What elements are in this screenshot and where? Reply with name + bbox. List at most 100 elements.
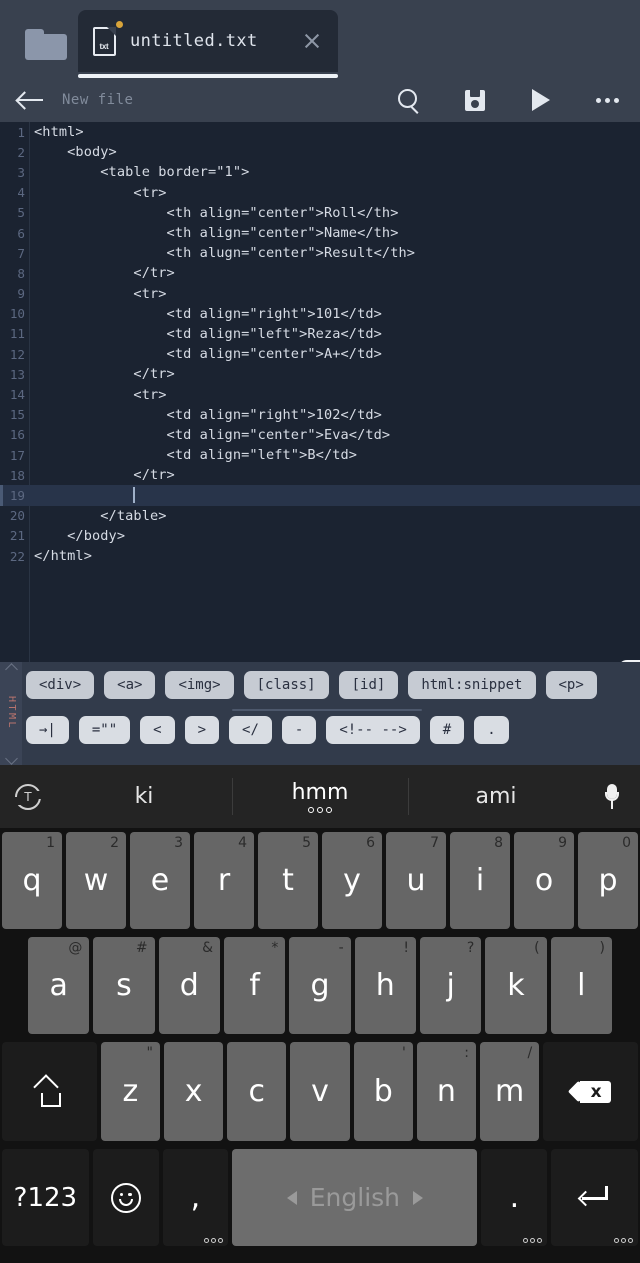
- snippet-chip[interactable]: <img>: [165, 671, 234, 699]
- key-v[interactable]: v: [290, 1042, 350, 1141]
- open-folder-button[interactable]: [12, 10, 80, 78]
- code-line[interactable]: 21 </body>: [0, 526, 640, 546]
- code-line[interactable]: 5 <th align="center">Roll</th>: [0, 203, 640, 223]
- key-l[interactable]: l): [550, 937, 612, 1034]
- code-line[interactable]: 13 </tr>: [0, 364, 640, 384]
- emoji-key[interactable]: [92, 1149, 159, 1246]
- more-options-button[interactable]: [574, 78, 640, 122]
- suggestion-item[interactable]: ami: [408, 765, 584, 828]
- code-line[interactable]: 20 </table>: [0, 506, 640, 526]
- symbols-key[interactable]: ?123: [2, 1149, 89, 1246]
- snippet-chip[interactable]: -: [281, 716, 317, 744]
- run-button[interactable]: [508, 78, 574, 122]
- suggestion-item[interactable]: ki: [56, 765, 232, 828]
- next-language-arrow-icon[interactable]: [413, 1190, 424, 1205]
- key-b[interactable]: b ': [353, 1042, 413, 1141]
- shift-key[interactable]: [2, 1042, 97, 1141]
- code-line[interactable]: 8 </tr>: [0, 263, 640, 283]
- comma-key[interactable]: ,: [162, 1149, 229, 1246]
- code-line[interactable]: 7 <th alugn="center">Result</th>: [0, 243, 640, 263]
- key-n[interactable]: n:: [416, 1042, 477, 1141]
- code-line[interactable]: 18 </tr>: [0, 465, 640, 485]
- snippet-row-primary: <div> <a> <img> [class] [id] html:snippet <p>: [26, 671, 597, 699]
- code-line[interactable]: 16 <td align="center">Eva</td>: [0, 425, 640, 445]
- key-k[interactable]: k(: [485, 937, 547, 1034]
- key-s[interactable]: s #: [93, 937, 155, 1034]
- line-text: <td align="right">101</td>: [34, 305, 382, 322]
- snippet-chip[interactable]: >: [184, 716, 220, 744]
- key-i[interactable]: i8: [450, 832, 510, 929]
- code-line[interactable]: 22 </html>: [0, 546, 640, 566]
- snippet-chip[interactable]: <p>: [545, 671, 597, 699]
- language-rail[interactable]: HTML: [0, 662, 22, 765]
- key-label: t: [282, 863, 294, 898]
- snippet-chip[interactable]: <!-- -->: [326, 716, 420, 744]
- snippet-chip[interactable]: html:snippet: [408, 671, 536, 699]
- back-button[interactable]: [0, 78, 62, 122]
- code-line[interactable]: 9 <tr>: [0, 284, 640, 304]
- key-x[interactable]: x: [164, 1042, 224, 1141]
- line-text: <td align="center">Eva</td>: [34, 426, 391, 443]
- snippet-chip[interactable]: ="": [78, 716, 131, 744]
- key-t[interactable]: t5: [258, 832, 318, 929]
- space-key[interactable]: English: [232, 1149, 478, 1246]
- key-a[interactable]: a @: [28, 937, 90, 1034]
- period-key[interactable]: .: [481, 1149, 548, 1246]
- key-u[interactable]: u7: [386, 832, 446, 929]
- code-line[interactable]: 2 <body>: [0, 142, 640, 162]
- key-label: u: [406, 863, 426, 898]
- backspace-key[interactable]: x: [543, 1042, 638, 1141]
- code-line[interactable]: 10 <td align="right">101</td>: [0, 304, 640, 324]
- suggestion-item[interactable]: hmm: [232, 765, 408, 828]
- snippet-chip[interactable]: #: [429, 716, 465, 744]
- key-p[interactable]: p0: [578, 832, 638, 929]
- search-icon: [398, 89, 420, 111]
- key-h[interactable]: h!: [354, 937, 416, 1034]
- code-line[interactable]: 15 <td align="right">102</td>: [0, 405, 640, 425]
- line-number: 12: [9, 346, 25, 362]
- key-z[interactable]: z ": [100, 1042, 160, 1141]
- key-w[interactable]: w2: [66, 832, 126, 929]
- key-m[interactable]: m /: [480, 1042, 540, 1141]
- key-f[interactable]: f *: [223, 937, 286, 1034]
- key-j[interactable]: j?: [419, 937, 482, 1034]
- snippet-chip[interactable]: →|: [26, 716, 69, 744]
- key-label: m: [495, 1074, 525, 1109]
- enter-key[interactable]: [551, 1149, 638, 1246]
- code-line[interactable]: 6 <th align="center">Name</th>: [0, 223, 640, 243]
- search-button[interactable]: [376, 78, 442, 122]
- code-lines[interactable]: 1 <html> 2 <body> 3 <table border="1"> 4 <tr…: [0, 122, 640, 566]
- code-line[interactable]: 11 <td align="left">Reza</td>: [0, 324, 640, 344]
- tab-close-button[interactable]: [286, 10, 338, 72]
- snippet-chip[interactable]: <div>: [26, 671, 95, 699]
- snippet-chip[interactable]: <a>: [104, 671, 156, 699]
- voice-input-button[interactable]: [584, 783, 640, 810]
- code-line[interactable]: 4 <tr>: [0, 183, 640, 203]
- key-q[interactable]: q1: [2, 832, 62, 929]
- key-c[interactable]: c: [227, 1042, 287, 1141]
- key-d[interactable]: d &: [158, 937, 220, 1034]
- key-g[interactable]: g-: [289, 937, 351, 1034]
- save-button[interactable]: [442, 78, 508, 122]
- chevron-down-icon[interactable]: [6, 755, 17, 763]
- snippet-chip[interactable]: .: [474, 716, 509, 744]
- code-line[interactable]: 12 <td align="center">A+</td>: [0, 344, 640, 364]
- code-line[interactable]: 3 <table border="1">: [0, 162, 640, 182]
- code-editor[interactable]: 1 <html> 2 <body> 3 <table border="1"> 4 <tr…: [0, 122, 640, 662]
- code-line[interactable]: 19: [0, 485, 640, 506]
- key-r[interactable]: r4: [194, 832, 254, 929]
- code-line[interactable]: 14 <tr>: [0, 384, 640, 404]
- snippet-chip[interactable]: [id]: [338, 671, 399, 699]
- editor-tab[interactable]: txt untitled.txt: [78, 10, 338, 78]
- key-o[interactable]: o9: [514, 832, 574, 929]
- code-line[interactable]: 17 <td align="left">B</td>: [0, 445, 640, 465]
- key-y[interactable]: y6: [322, 832, 382, 929]
- snippet-chip[interactable]: </: [229, 716, 272, 744]
- key-e[interactable]: e3: [130, 832, 190, 929]
- prev-language-arrow-icon[interactable]: [286, 1190, 297, 1205]
- code-line[interactable]: 1 <html>: [0, 122, 640, 142]
- snippet-chip[interactable]: <: [140, 716, 175, 744]
- chevron-up-icon[interactable]: [6, 664, 17, 672]
- translate-button[interactable]: T: [0, 783, 56, 810]
- snippet-chip[interactable]: [class]: [243, 671, 329, 699]
